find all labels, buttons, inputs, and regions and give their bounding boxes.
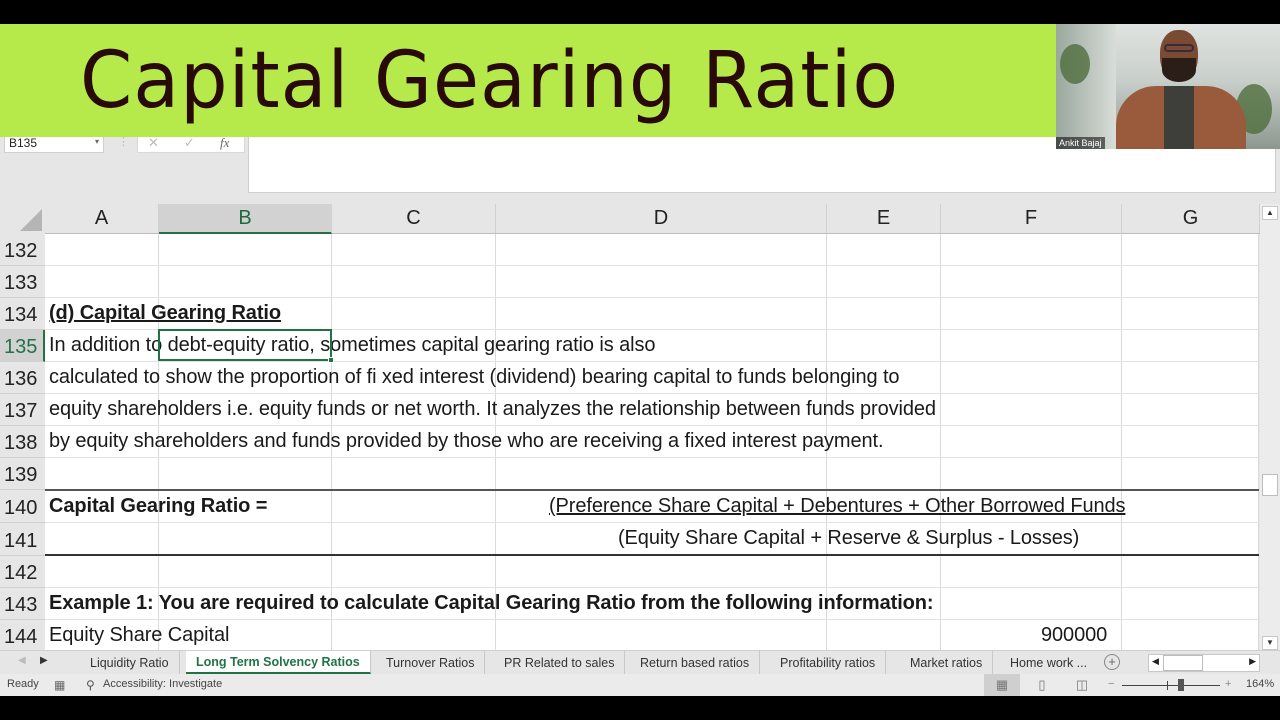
row-header-134[interactable]: 134 <box>0 298 45 330</box>
sheet-tab-turnover-ratios[interactable]: Turnover Ratios <box>376 651 486 674</box>
sheet-tab-bar: ◀ ▶ Liquidity Ratio Long Term Solvency R… <box>0 650 1280 674</box>
scroll-left-icon[interactable]: ◀ <box>1152 656 1159 667</box>
zoom-level[interactable]: 164% <box>1246 678 1274 690</box>
gridline <box>45 619 1259 620</box>
cell-border-top <box>45 489 1259 491</box>
tab-prev-icon[interactable]: ◀ <box>18 655 26 666</box>
enter-icon[interactable]: ✓ <box>184 135 195 151</box>
cell-a136[interactable]: calculated to show the proportion of fi … <box>49 366 900 389</box>
row-header-135[interactable]: 135 <box>0 330 45 362</box>
name-box-value: B135 <box>9 136 38 150</box>
row-header-140[interactable]: 140 <box>0 490 45 523</box>
cell-a143[interactable]: Example 1: You are required to calculate… <box>49 592 934 615</box>
worksheet-grid[interactable]: (d) Capital Gearing Ratio In addition to… <box>45 234 1259 650</box>
scroll-down-icon[interactable]: ▼ <box>1262 636 1278 650</box>
title-banner: Capital Gearing Ratio <box>0 24 1056 137</box>
column-header-e[interactable]: E <box>827 204 941 234</box>
cell-a138[interactable]: by equity shareholders and funds provide… <box>49 430 884 453</box>
status-bar: Ready ▦ ⚲ Accessibility: Investigate ▦ ▯… <box>0 674 1280 696</box>
page-break-view-icon[interactable]: ◫ <box>1064 674 1100 696</box>
webcam-background <box>1056 24 1116 149</box>
tab-next-icon[interactable]: ▶ <box>40 655 48 666</box>
column-header-f[interactable]: F <box>941 204 1122 234</box>
row-header-137[interactable]: 137 <box>0 394 45 426</box>
horizontal-scroll-thumb[interactable] <box>1163 655 1203 671</box>
participant-name: Ankit Bajaj <box>1056 137 1105 149</box>
column-header-g[interactable]: G <box>1122 204 1260 234</box>
row-header-column: 132 133 134 135 136 137 138 139 140 141 … <box>0 234 45 652</box>
banner-title: Capital Gearing Ratio <box>80 35 900 126</box>
webcam-person-shirt <box>1164 86 1194 149</box>
insert-function-icon[interactable]: fx <box>220 135 229 151</box>
column-header-a[interactable]: A <box>45 204 159 234</box>
row-header-133[interactable]: 133 <box>0 266 45 298</box>
row-header-132[interactable]: 132 <box>0 234 45 266</box>
webcam-feed: Ankit Bajaj <box>1056 24 1280 149</box>
gridline <box>45 393 1259 394</box>
zoom-slider-thumb[interactable] <box>1178 679 1184 691</box>
video-letterbox-bottom <box>0 696 1280 720</box>
sheet-tab-long-term-solvency-ratios[interactable]: Long Term Solvency Ratios <box>186 651 371 674</box>
column-header-b[interactable]: B <box>159 204 332 234</box>
cell-a140[interactable]: Capital Gearing Ratio = <box>49 495 267 518</box>
dropdown-icon[interactable]: ▾ <box>95 137 99 146</box>
accessibility-status[interactable]: Accessibility: Investigate <box>103 678 222 690</box>
column-header-d[interactable]: D <box>496 204 827 234</box>
select-all-button[interactable] <box>0 204 45 234</box>
sheet-tab-home-work[interactable]: Home work ... <box>1000 651 1097 674</box>
row-header-139[interactable]: 139 <box>0 458 45 490</box>
page-layout-view-icon[interactable]: ▯ <box>1024 674 1060 696</box>
status-ready: Ready <box>7 678 39 690</box>
cell-f144[interactable]: 900000 <box>1041 624 1107 647</box>
row-header-143[interactable]: 143 <box>0 588 45 620</box>
sheet-tab-return-based-ratios[interactable]: Return based ratios <box>630 651 761 674</box>
zoom-out-icon[interactable]: − <box>1108 678 1114 690</box>
sheet-tab-profitability-ratios[interactable]: Profitability ratios <box>770 651 887 674</box>
normal-view-icon[interactable]: ▦ <box>984 674 1020 696</box>
select-all-icon <box>20 209 42 231</box>
sheet-tab-pr-related-to-sales[interactable]: PR Related to sales <box>494 651 626 674</box>
gridline <box>45 297 1259 298</box>
scroll-right-icon[interactable]: ▶ <box>1249 656 1256 667</box>
cell-a144[interactable]: Equity Share Capital <box>49 624 229 647</box>
row-header-142[interactable]: 142 <box>0 556 45 588</box>
video-letterbox-top <box>0 0 1280 24</box>
macro-recording-icon[interactable]: ▦ <box>54 678 65 692</box>
cell-a135[interactable]: In addition to debt-equity ratio, someti… <box>49 334 655 357</box>
cell-d140-numerator[interactable]: (Preference Share Capital + Debentures +… <box>549 495 1126 518</box>
zoom-slider-center-tick <box>1167 681 1168 690</box>
cell-d141-denominator[interactable]: (Equity Share Capital + Reserve & Surplu… <box>618 527 1079 550</box>
active-cell-selection[interactable] <box>158 329 334 363</box>
gridline <box>45 522 1259 523</box>
gridline <box>45 425 1259 426</box>
sheet-tab-market-ratios[interactable]: Market ratios <box>900 651 994 674</box>
row-header-138[interactable]: 138 <box>0 426 45 458</box>
zoom-in-icon[interactable]: + <box>1225 678 1231 690</box>
vertical-scrollbar[interactable]: ▲ ▼ <box>1260 204 1280 650</box>
gridline <box>45 361 1259 362</box>
vertical-scroll-thumb[interactable] <box>1262 474 1278 496</box>
add-sheet-icon[interactable]: + <box>1104 654 1120 670</box>
webcam-person-beard <box>1162 58 1196 82</box>
sheet-tab-liquidity-ratio[interactable]: Liquidity Ratio <box>80 651 180 674</box>
accessibility-icon: ⚲ <box>86 678 95 692</box>
horizontal-scrollbar[interactable]: ◀ ▶ <box>1148 654 1260 672</box>
zoom-slider-track[interactable] <box>1122 685 1220 686</box>
webcam-plant <box>1060 44 1090 84</box>
row-header-141[interactable]: 141 <box>0 523 45 556</box>
gridline <box>45 457 1259 458</box>
gridline <box>45 587 1259 588</box>
fill-handle[interactable] <box>328 357 334 363</box>
cell-a137[interactable]: equity shareholders i.e. equity funds or… <box>49 398 936 421</box>
column-header-c[interactable]: C <box>332 204 496 234</box>
scroll-up-icon[interactable]: ▲ <box>1262 206 1278 220</box>
cell-border-bottom <box>45 554 1259 556</box>
row-header-136[interactable]: 136 <box>0 362 45 394</box>
row-header-144[interactable]: 144 <box>0 620 45 652</box>
webcam-person-glasses <box>1164 44 1194 52</box>
cancel-icon[interactable]: ✕ <box>148 135 159 151</box>
gridline <box>45 265 1259 266</box>
cell-a134[interactable]: (d) Capital Gearing Ratio <box>49 302 281 325</box>
